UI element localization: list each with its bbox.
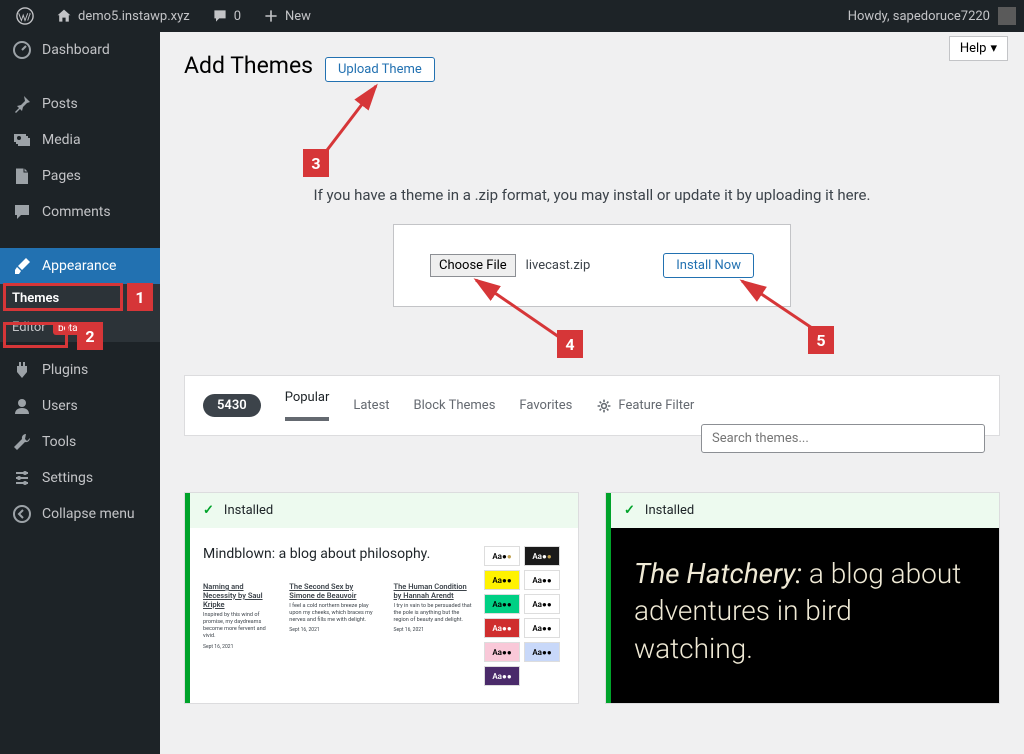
comment-icon [12, 202, 32, 222]
page-icon [12, 166, 32, 186]
color-swatches: Aa●●Aa●● Aa●●Aa●● Aa●●Aa●● Aa●●Aa●● Aa●●… [484, 546, 560, 686]
chevron-down-icon: ▾ [990, 41, 997, 56]
upload-box: Choose File livecast.zip Install Now [393, 224, 791, 307]
sidebar-item-label: Plugins [42, 362, 88, 378]
help-button[interactable]: Help ▾ [949, 36, 1008, 61]
plugin-icon [12, 360, 32, 380]
home-icon [56, 8, 72, 24]
comments-count: 0 [234, 9, 241, 24]
theme-preview-title: The Hatchery: a blog about adventures in… [606, 528, 999, 696]
theme-preview-title: Mindblown: a blog about philosophy. [203, 546, 474, 562]
theme-count: 5430 [203, 394, 261, 417]
install-now-button[interactable]: Install Now [663, 253, 754, 278]
sidebar-tools[interactable]: Tools [0, 424, 160, 460]
themes-row: ✓ Installed Mindblown: a blog about phil… [184, 492, 1000, 704]
sidebar-posts[interactable]: Posts [0, 86, 160, 122]
installed-badge: ✓ Installed [185, 493, 578, 528]
sidebar-item-label: Appearance [42, 258, 116, 274]
media-icon [12, 130, 32, 150]
annotation-number: 5 [808, 326, 834, 354]
sidebar-plugins[interactable]: Plugins [0, 352, 160, 388]
admin-toolbar: demo5.instawp.xyz 0 New Howdy, sapedoruc… [0, 0, 1024, 32]
user-icon [12, 396, 32, 416]
sidebar-comments[interactable]: Comments [0, 194, 160, 230]
sidebar-item-label: Dashboard [42, 42, 110, 58]
admin-sidebar: Dashboard Posts Media Pages Comments App… [0, 32, 160, 754]
site-name: demo5.instawp.xyz [78, 9, 190, 24]
page-title: Add Themes [184, 52, 313, 79]
sidebar-item-label: Pages [42, 168, 81, 184]
theme-card[interactable]: ✓ Installed Mindblown: a blog about phil… [184, 492, 579, 704]
comment-icon [212, 8, 228, 24]
annotation-number: 2 [77, 322, 103, 350]
sidebar-media[interactable]: Media [0, 122, 160, 158]
sidebar-settings[interactable]: Settings [0, 460, 160, 496]
installed-badge: ✓ Installed [606, 493, 999, 528]
feature-filter[interactable]: Feature Filter [596, 398, 694, 414]
sidebar-item-label: Tools [42, 434, 76, 450]
annotation-number: 1 [127, 283, 153, 311]
wp-logo[interactable] [8, 7, 42, 25]
howdy-text[interactable]: Howdy, sapedoruce7220 [848, 9, 990, 24]
search-input[interactable] [701, 424, 985, 453]
filter-block[interactable]: Block Themes [414, 398, 496, 413]
sidebar-dashboard[interactable]: Dashboard [0, 32, 160, 68]
sidebar-pages[interactable]: Pages [0, 158, 160, 194]
filter-favorites[interactable]: Favorites [519, 398, 572, 413]
sidebar-item-label: Users [42, 398, 78, 414]
main-content: Help ▾ Add Themes Upload Theme If you ha… [160, 32, 1024, 754]
collapse-icon [12, 504, 32, 524]
avatar[interactable] [998, 7, 1016, 25]
comments-link[interactable]: 0 [204, 8, 249, 24]
sidebar-item-label: Comments [42, 204, 111, 220]
file-name: livecast.zip [526, 258, 591, 273]
choose-file-button[interactable]: Choose File [430, 254, 516, 277]
sidebar-item-label: Media [42, 132, 81, 148]
sidebar-item-label: Collapse menu [42, 506, 135, 522]
sidebar-appearance[interactable]: Appearance [0, 248, 160, 284]
new-link[interactable]: New [255, 8, 319, 24]
pin-icon [12, 94, 32, 114]
brush-icon [12, 256, 32, 276]
check-icon: ✓ [624, 503, 635, 518]
sidebar-users[interactable]: Users [0, 388, 160, 424]
check-icon: ✓ [203, 503, 214, 518]
filter-popular[interactable]: Popular [285, 390, 330, 421]
theme-card[interactable]: ✓ Installed The Hatchery: a blog about a… [605, 492, 1000, 704]
settings-icon [12, 468, 32, 488]
filter-latest[interactable]: Latest [353, 398, 389, 413]
plus-icon [263, 8, 279, 24]
filter-bar: 5430 Popular Latest Block Themes Favorit… [184, 375, 1000, 436]
new-label: New [285, 9, 311, 24]
upload-intro: If you have a theme in a .zip format, yo… [184, 186, 1000, 204]
site-link[interactable]: demo5.instawp.xyz [48, 8, 198, 24]
annotation-number: 3 [303, 149, 329, 177]
dashboard-icon [12, 40, 32, 60]
annotation-number: 4 [557, 330, 583, 358]
wrench-icon [12, 432, 32, 452]
sidebar-collapse[interactable]: Collapse menu [0, 496, 160, 532]
wordpress-icon [16, 7, 34, 25]
gear-icon [596, 398, 612, 414]
sidebar-item-label: Posts [42, 96, 78, 112]
upload-theme-button[interactable]: Upload Theme [325, 57, 435, 82]
sidebar-item-label: Settings [42, 470, 93, 486]
